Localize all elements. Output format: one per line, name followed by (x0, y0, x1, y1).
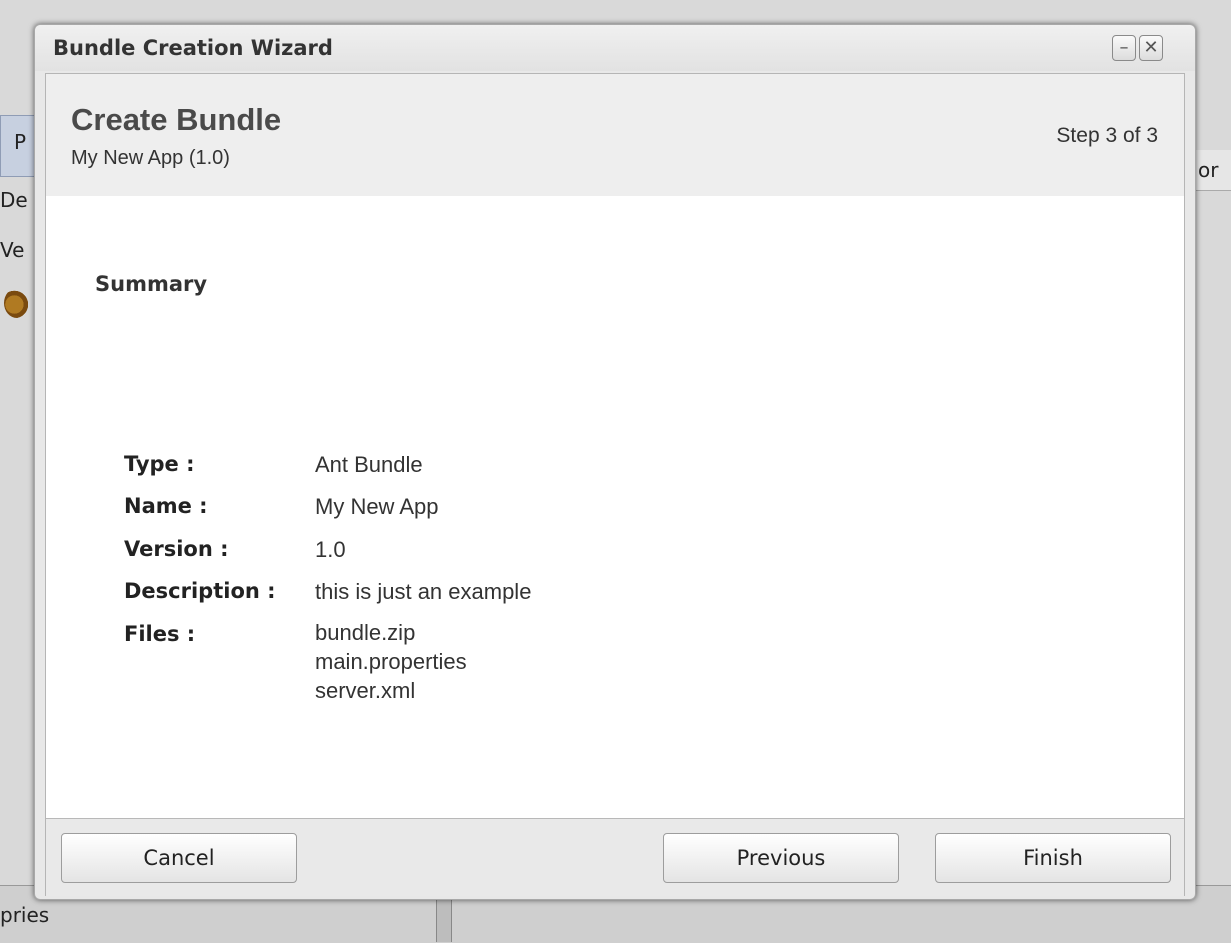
background-text-fragment: P (14, 130, 27, 154)
bundle-creation-dialog: Bundle Creation Wizard – ✕ Create Bundle… (34, 24, 1196, 900)
finish-button[interactable]: Finish (935, 833, 1171, 883)
type-label: Type : (124, 452, 195, 476)
minimize-icon[interactable]: – (1112, 35, 1136, 61)
description-label: Description : (124, 579, 276, 603)
background-text-fragment: Ve (0, 238, 25, 262)
file-item: main.properties (315, 649, 467, 674)
files-list: bundle.zip main.properties server.xml (315, 618, 467, 705)
background-text-fragment: or (1198, 158, 1219, 182)
summary-heading: Summary (95, 272, 208, 296)
background-text-fragment: De (0, 188, 28, 212)
files-label: Files : (124, 622, 196, 646)
wizard-step-indicator: Step 3 of 3 (1056, 124, 1158, 147)
dialog-title: Bundle Creation Wizard (53, 36, 333, 60)
close-icon[interactable]: ✕ (1139, 35, 1163, 61)
wizard-panel: Create Bundle My New App (1.0) Step 3 of… (45, 73, 1185, 896)
version-value: 1.0 (315, 537, 346, 562)
description-value: this is just an example (315, 579, 532, 604)
background-bundle-icon (4, 288, 30, 318)
dialog-titlebar[interactable]: Bundle Creation Wizard – ✕ (35, 25, 1195, 71)
background-text-fragment: pries (0, 903, 50, 927)
wizard-header: Create Bundle My New App (1.0) Step 3 of… (46, 74, 1184, 196)
wizard-subtitle: My New App (1.0) (71, 147, 230, 169)
type-value: Ant Bundle (315, 452, 423, 477)
cancel-button[interactable]: Cancel (61, 833, 297, 883)
file-item: bundle.zip (315, 620, 416, 645)
previous-button[interactable]: Previous (663, 833, 899, 883)
name-value: My New App (315, 494, 439, 519)
file-item: server.xml (315, 678, 416, 703)
wizard-footer: Cancel Previous Finish (46, 818, 1184, 896)
version-label: Version : (124, 537, 229, 561)
wizard-title: Create Bundle (71, 102, 282, 137)
name-label: Name : (124, 494, 208, 518)
